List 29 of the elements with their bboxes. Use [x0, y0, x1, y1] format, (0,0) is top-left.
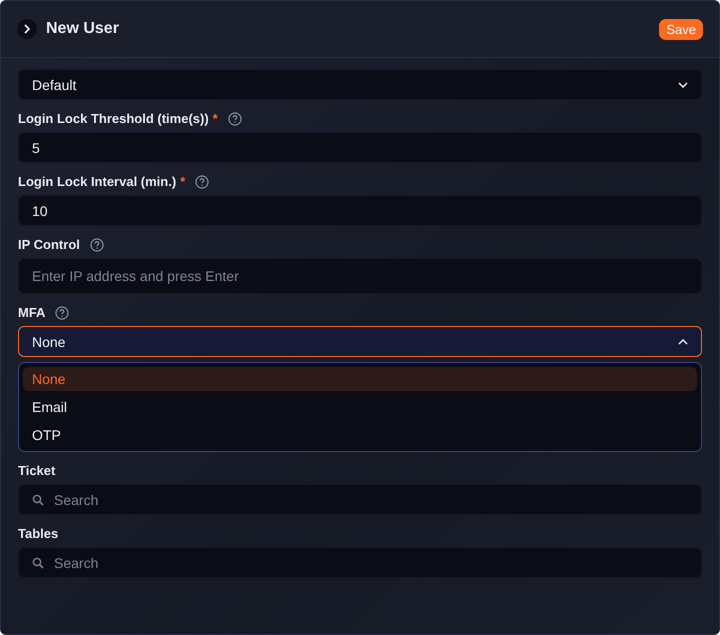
- input-field[interactable]: Enter IP address and press Enter: [18, 258, 702, 294]
- panel-title: New User: [46, 20, 120, 38]
- required-mark: *: [212, 111, 218, 126]
- field-label: IP Control: [18, 237, 80, 252]
- help-icon[interactable]: [195, 174, 210, 188]
- chevron-icon: [678, 82, 688, 88]
- field-label: MFA: [18, 305, 46, 320]
- field-label: Login Lock Interval (min.): [18, 174, 176, 189]
- search-icon: [32, 494, 44, 506]
- chevron-icon: [678, 338, 688, 344]
- search-icon: [32, 556, 44, 568]
- input-field[interactable]: 5: [18, 132, 702, 163]
- help-icon[interactable]: [90, 238, 104, 252]
- search-field[interactable]: Search: [18, 484, 702, 515]
- chevron-icon: [24, 24, 30, 34]
- search-field[interactable]: Search: [18, 547, 702, 578]
- field-label: Ticket: [18, 463, 56, 478]
- field-label: Login Lock Threshold (time(s)): [18, 111, 209, 126]
- dropdown-option[interactable]: Email: [23, 395, 697, 419]
- select-field[interactable]: Default: [18, 69, 702, 100]
- required-mark: *: [180, 174, 186, 189]
- field-label: Tables: [18, 526, 58, 541]
- input-field[interactable]: 10: [18, 195, 702, 226]
- help-icon[interactable]: [228, 112, 242, 126]
- dropdown-option[interactable]: OTP: [23, 423, 697, 447]
- select-field[interactable]: None: [18, 326, 702, 357]
- help-icon[interactable]: [55, 306, 70, 320]
- dropdown-option[interactable]: None: [23, 367, 697, 391]
- expand-button[interactable]: [17, 19, 37, 39]
